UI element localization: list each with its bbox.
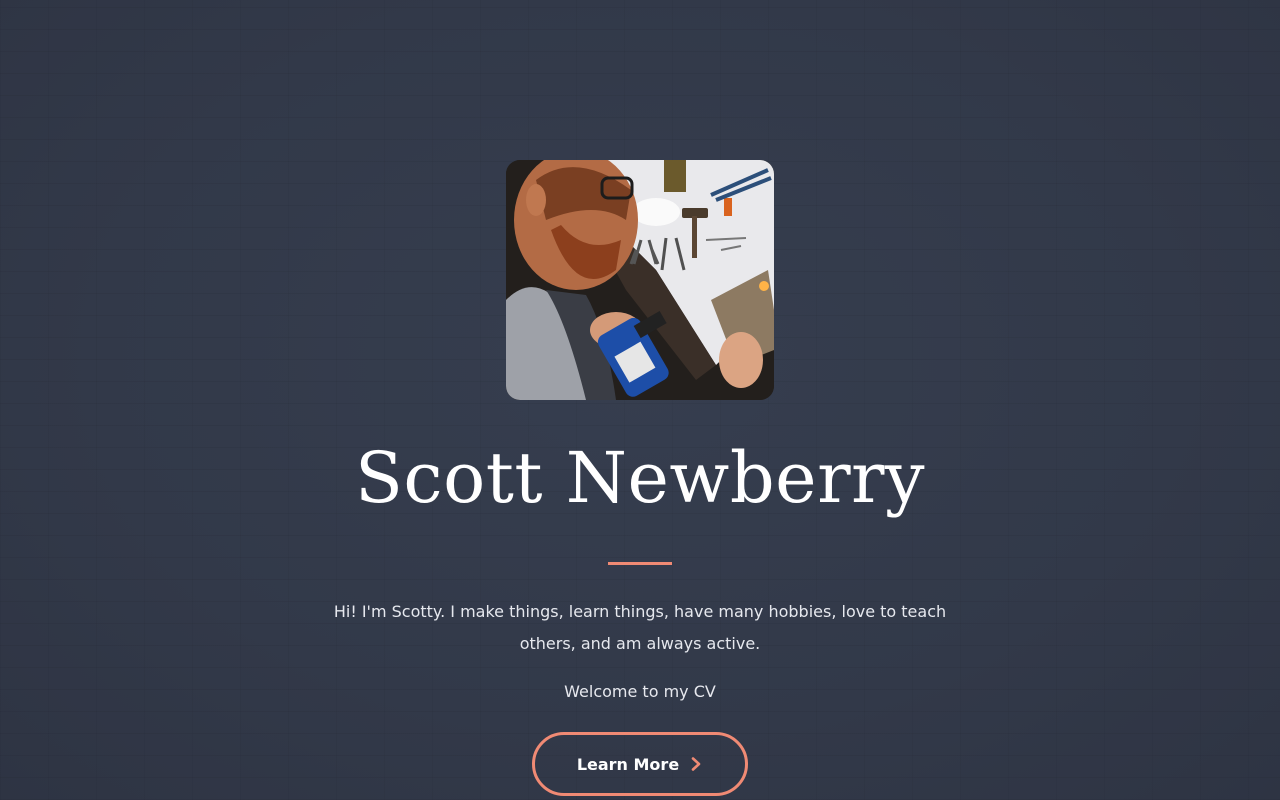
learn-more-button[interactable]: Learn More bbox=[532, 732, 748, 796]
intro-text: Hi! I'm Scotty. I make things, learn thi… bbox=[333, 602, 947, 653]
hero-section: Scott Newberry Hi! I'm Scotty. I make th… bbox=[0, 0, 1280, 800]
learn-more-label: Learn More bbox=[576, 754, 680, 774]
profile-photo bbox=[506, 160, 774, 400]
page-title: Scott Newberry bbox=[354, 437, 926, 519]
welcome-text: Welcome to my CV bbox=[564, 682, 716, 701]
title-divider bbox=[608, 562, 672, 565]
chevron-right-icon bbox=[689, 756, 703, 772]
